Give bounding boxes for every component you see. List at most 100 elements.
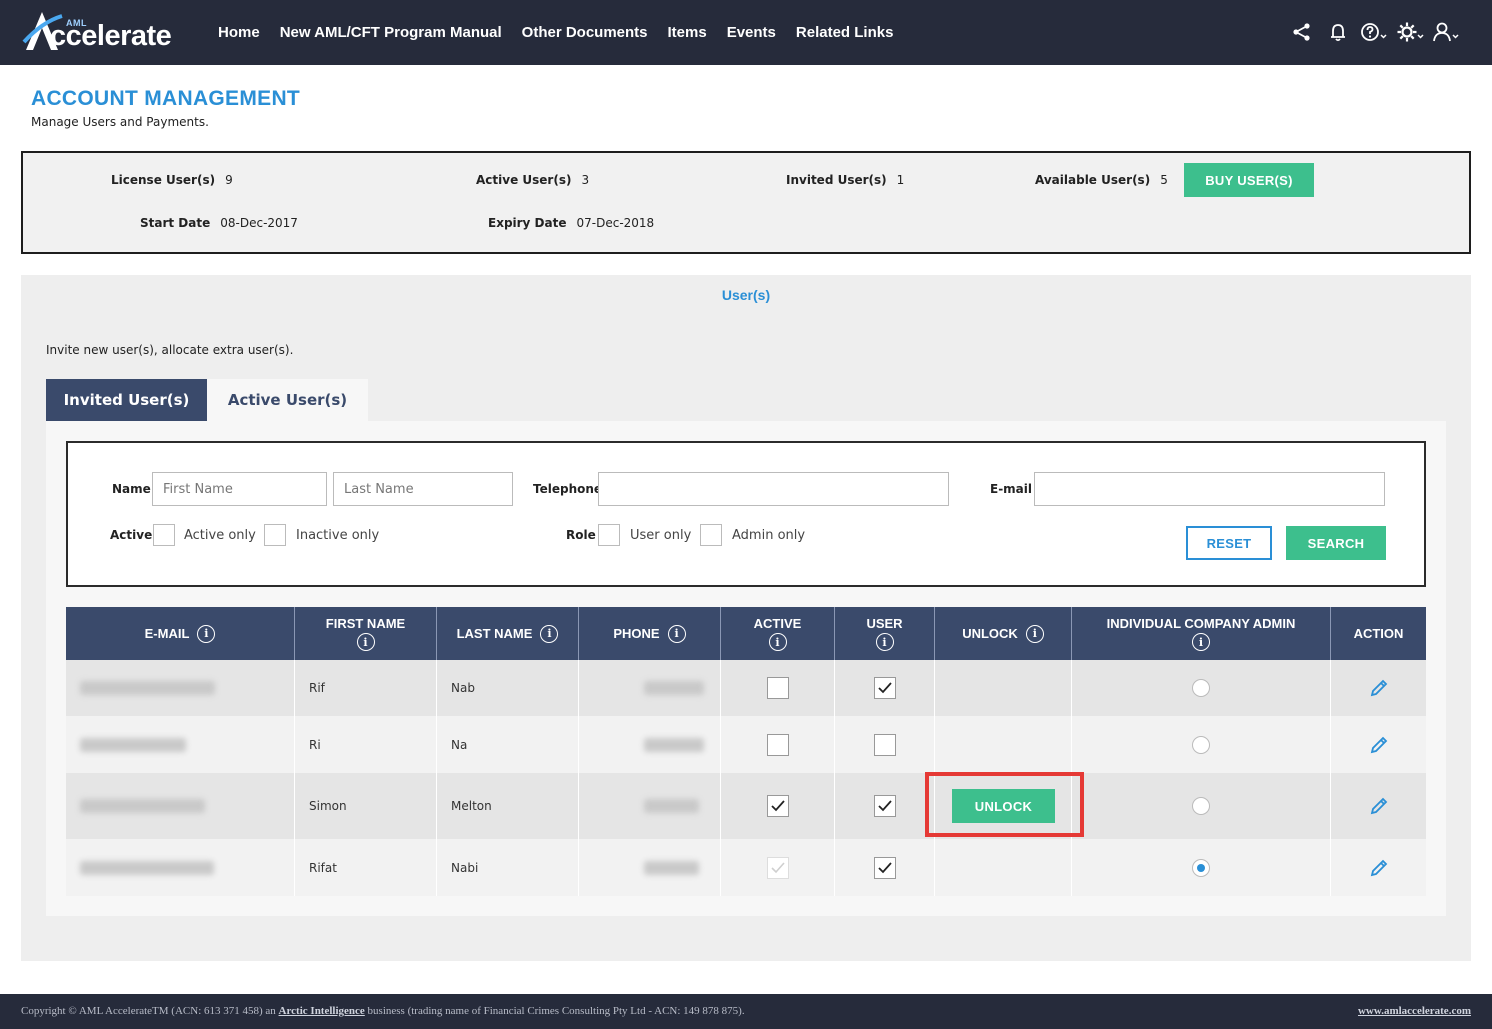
search-filter: Name Telephone E-mail Active Active only… (66, 441, 1426, 587)
unlock-cell (935, 839, 1072, 896)
company-admin-radio-selected[interactable] (1192, 858, 1210, 877)
phone-cell (579, 716, 721, 773)
info-icon[interactable]: i (1025, 624, 1044, 643)
nav-related-links[interactable]: Related Links (796, 24, 894, 41)
last-name-cell: Nabi (437, 839, 579, 896)
info-icon[interactable]: i (540, 624, 559, 643)
nav-program-manual[interactable]: New AML/CFT Program Manual (280, 24, 502, 41)
info-icon[interactable]: i (197, 624, 216, 643)
user-only-checkbox[interactable] (598, 524, 620, 546)
check-icon (877, 800, 892, 812)
bell-icon[interactable] (1324, 18, 1352, 46)
users-panel: User(s) Invite new user(s), allocate ext… (21, 275, 1471, 961)
reset-button[interactable]: RESET (1186, 526, 1272, 560)
active-users: Active User(s) 3 (476, 173, 590, 187)
website-link[interactable]: www.amlaccelerate.com (1358, 1005, 1471, 1017)
buy-users-button[interactable]: BUY USER(S) (1184, 163, 1314, 197)
unlock-button[interactable]: UNLOCK (952, 789, 1055, 823)
table-row: Rif Nab (66, 660, 1426, 716)
info-icon[interactable]: i (667, 624, 686, 643)
admin-only-label: Admin only (732, 528, 806, 543)
main-nav: Home New AML/CFT Program Manual Other Do… (218, 0, 913, 65)
admin-only-checkbox[interactable] (700, 524, 722, 546)
info-icon[interactable]: i (356, 633, 375, 651)
user-checkbox[interactable] (873, 733, 896, 756)
redacted-phone (644, 799, 699, 813)
col-active[interactable]: ACTIVE i (721, 607, 835, 660)
check-icon (877, 682, 892, 694)
user-icon[interactable] (1432, 18, 1460, 46)
col-company-admin[interactable]: INDIVIDUAL COMPANY ADMIN i (1072, 607, 1331, 660)
active-checkbox[interactable] (766, 677, 789, 699)
email-cell (66, 716, 295, 773)
last-name-cell: Na (437, 716, 579, 773)
first-name-input[interactable] (152, 472, 327, 506)
active-only-label: Active only (184, 528, 256, 543)
tab-invited-users[interactable]: Invited User(s) (46, 379, 207, 421)
action-cell (1331, 773, 1426, 839)
pencil-icon[interactable] (1369, 796, 1389, 816)
nav-items[interactable]: Items (668, 24, 707, 41)
col-first-name[interactable]: FIRST NAME i (295, 607, 437, 660)
col-phone[interactable]: PHONE i (579, 607, 721, 660)
nav-events[interactable]: Events (727, 24, 776, 41)
redacted-email (80, 681, 215, 695)
table-header: E-MAIL i FIRST NAME i LAST NAME i PHONE i AC… (66, 607, 1426, 660)
company-admin-radio[interactable] (1192, 797, 1210, 815)
inactive-only-checkbox[interactable] (264, 524, 286, 546)
start-date: Start Date 08-Dec-2017 (140, 216, 298, 230)
admin-cell (1072, 839, 1331, 896)
check-icon (770, 861, 785, 873)
pencil-icon[interactable] (1369, 678, 1389, 698)
name-label: Name (112, 482, 151, 496)
user-cell (835, 660, 935, 716)
col-user[interactable]: USER i (835, 607, 935, 660)
admin-cell (1072, 660, 1331, 716)
last-name-input[interactable] (333, 472, 513, 506)
col-unlock[interactable]: UNLOCK i (935, 607, 1072, 660)
active-checkbox[interactable] (766, 795, 789, 817)
user-checkbox[interactable] (873, 677, 896, 699)
redacted-phone (644, 860, 699, 875)
redacted-email (80, 799, 205, 813)
role-label: Role (566, 528, 596, 542)
share-icon[interactable] (1288, 18, 1316, 46)
info-icon[interactable]: i (875, 633, 894, 651)
info-icon[interactable]: i (1192, 633, 1210, 651)
info-icon[interactable]: i (768, 633, 787, 651)
available-users: Available User(s) 5 (1035, 173, 1168, 187)
pencil-icon[interactable] (1369, 735, 1389, 755)
email-cell (66, 839, 295, 896)
help-icon[interactable] (1360, 18, 1388, 46)
user-checkbox[interactable] (873, 795, 896, 817)
search-button[interactable]: SEARCH (1286, 526, 1386, 560)
nav-home[interactable]: Home (218, 24, 260, 41)
col-action: ACTION (1353, 626, 1404, 641)
arctic-intelligence-link[interactable]: Arctic Intelligence (279, 1005, 365, 1017)
telephone-input[interactable] (598, 472, 949, 506)
user-cell (835, 773, 935, 839)
first-name-cell: Simon (295, 773, 437, 839)
pencil-icon[interactable] (1369, 858, 1389, 878)
email-input[interactable] (1034, 472, 1385, 506)
company-admin-radio[interactable] (1192, 679, 1210, 697)
active-only-checkbox[interactable] (153, 524, 175, 546)
logo[interactable]: AML ccelerate (20, 6, 190, 56)
tab-active-users[interactable]: Active User(s) (207, 379, 368, 421)
last-name-cell: Nab (437, 660, 579, 716)
telephone-label: Telephone (533, 482, 603, 496)
users-panel-description: Invite new user(s), allocate extra user(… (46, 343, 294, 357)
user-checkbox[interactable] (873, 856, 896, 879)
table-row: Simon Melton (66, 773, 1426, 839)
company-admin-radio[interactable] (1192, 735, 1210, 754)
nav-other-documents[interactable]: Other Documents (522, 24, 648, 41)
col-email[interactable]: E-MAIL i (66, 607, 295, 660)
users-panel-title: User(s) (721, 287, 771, 303)
logo-text: ccelerate (50, 20, 172, 52)
redacted-phone (644, 737, 704, 752)
col-last-name[interactable]: LAST NAME i (437, 607, 579, 660)
active-checkbox[interactable] (766, 733, 789, 756)
gear-icon[interactable] (1396, 18, 1424, 46)
first-name-cell: Rifat (295, 839, 437, 896)
license-summary: License User(s) 9 Active User(s) 3 Invited… (21, 151, 1471, 254)
